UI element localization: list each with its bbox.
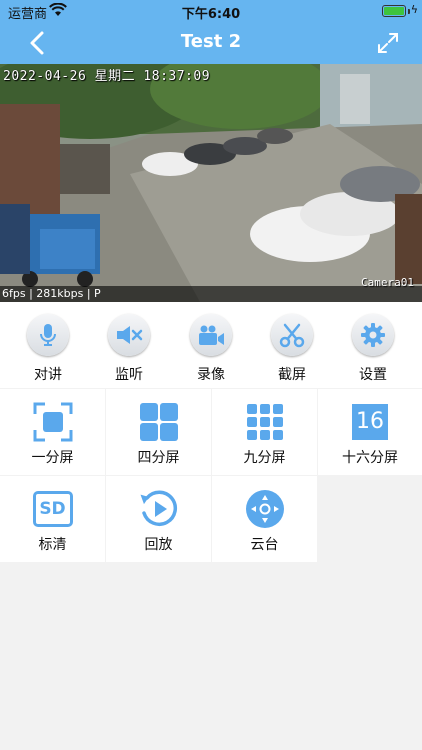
video-camera-icon [190, 314, 232, 356]
expand-icon[interactable] [376, 31, 400, 55]
video-timestamp: 2022-04-26 星期二 18:37:09 [3, 69, 211, 84]
battery-icon [382, 5, 406, 17]
ptz-button[interactable]: 云台 [212, 476, 317, 562]
nine-screen-icon [212, 401, 317, 443]
record-button[interactable]: 录像 [176, 314, 246, 384]
sixteen-icon-text: 16 [352, 404, 388, 440]
page-title: Test 2 [180, 31, 242, 52]
sixteen-screen-label: 十六分屏 [342, 450, 398, 466]
single-screen-label: 一分屏 [31, 450, 74, 466]
ptz-icon [212, 488, 317, 530]
battery-cap [408, 9, 410, 14]
playback-icon [106, 488, 211, 530]
control-row: 对讲 监听 录像 截屏 设置 [0, 302, 422, 388]
status-bar: 运营商 下午6:40 ϟ [0, 0, 422, 22]
gear-icon [352, 314, 394, 356]
sd-quality-button[interactable]: SD 标清 [0, 476, 105, 562]
four-screen-label: 四分屏 [137, 450, 180, 466]
talk-label: 对讲 [34, 367, 62, 383]
playback-label: 回放 [144, 537, 173, 553]
nav-bar: Test 2 [0, 22, 422, 64]
camera-scene-image [0, 64, 422, 302]
settings-button[interactable]: 设置 [338, 314, 408, 384]
speaker-mute-icon [108, 314, 150, 356]
status-time: 下午6:40 [181, 7, 241, 22]
scissors-icon [271, 314, 313, 356]
listen-button[interactable]: 监听 [94, 314, 164, 384]
screenshot-button[interactable]: 截屏 [257, 314, 327, 384]
single-screen-icon [0, 401, 105, 443]
sixteen-screen-button[interactable]: 16 十六分屏 [318, 389, 422, 475]
sd-quality-icon: SD [0, 488, 105, 530]
record-label: 录像 [197, 367, 225, 383]
screenshot-label: 截屏 [278, 367, 306, 383]
four-screen-button[interactable]: 四分屏 [106, 389, 211, 475]
charging-icon: ϟ [410, 3, 418, 16]
sd-icon-text: SD [32, 491, 73, 527]
video-stats: 6fps | 281kbps | P [0, 286, 422, 302]
microphone-icon [27, 314, 69, 356]
video-feed[interactable]: 2022-04-26 星期二 18:37:09 Camera01 [0, 64, 422, 302]
battery-fill [384, 7, 404, 15]
nine-screen-label: 九分屏 [243, 450, 286, 466]
top-bar: 运营商 下午6:40 ϟ Test 2 [0, 0, 422, 64]
playback-button[interactable]: 回放 [106, 476, 211, 562]
four-screen-icon [106, 401, 211, 443]
settings-label: 设置 [359, 367, 387, 383]
ptz-label: 云台 [250, 537, 279, 553]
sd-quality-label: 标清 [38, 537, 67, 553]
single-screen-button[interactable]: 一分屏 [0, 389, 105, 475]
sixteen-screen-icon: 16 [318, 401, 422, 443]
talk-button[interactable]: 对讲 [13, 314, 83, 384]
listen-label: 监听 [115, 367, 143, 383]
nine-screen-button[interactable]: 九分屏 [212, 389, 317, 475]
